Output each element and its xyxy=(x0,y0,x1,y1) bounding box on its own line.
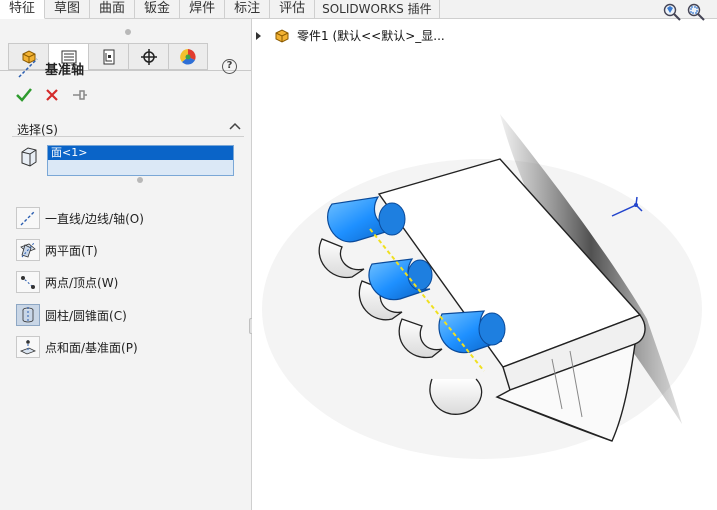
command-manager-tabs: 特征 草图 曲面 钣金 焊件 标注 评估 SOLIDWORKS 插件 xyxy=(0,0,717,19)
face-3-end xyxy=(478,312,506,346)
panel-grip[interactable] xyxy=(125,29,131,35)
feature-title: 基准轴 xyxy=(45,62,85,78)
feature-header: 基准轴 xyxy=(17,57,84,79)
option-label: 一直线/边线/轴(O) xyxy=(45,211,144,226)
pin-icon xyxy=(73,90,87,100)
option-line-edge-axis[interactable]: 一直线/边线/轴(O) xyxy=(16,207,144,229)
two-planes-icon xyxy=(20,242,36,258)
option-two-points[interactable]: 两点/顶点(W) xyxy=(16,271,118,293)
tab-weldments[interactable]: 焊件 xyxy=(180,0,226,19)
option-cylinder-cone[interactable]: 圆柱/圆锥面(C) xyxy=(16,304,127,326)
tab-features[interactable]: 特征 xyxy=(0,0,46,19)
cancel-button[interactable] xyxy=(43,86,61,104)
ok-button[interactable] xyxy=(15,86,33,104)
section-divider xyxy=(12,136,244,137)
line-edge-axis-icon xyxy=(20,210,36,226)
display-manager-tab[interactable] xyxy=(168,43,208,70)
close-icon xyxy=(46,89,58,101)
option-label: 两平面(T) xyxy=(45,243,98,258)
option-point-plane[interactable]: 点和面/基准面(P) xyxy=(16,336,138,358)
tab-surfaces[interactable]: 曲面 xyxy=(90,0,136,19)
tab-evaluate[interactable]: 评估 xyxy=(270,0,316,19)
pin-button[interactable] xyxy=(71,86,89,104)
configuration-manager-tab[interactable] xyxy=(88,43,128,70)
part-model-view[interactable] xyxy=(252,19,717,510)
option-label: 圆柱/圆锥面(C) xyxy=(45,308,127,323)
face-1-end xyxy=(378,202,406,236)
action-buttons xyxy=(15,86,89,104)
face-2-end xyxy=(407,259,433,291)
tab-sketch[interactable]: 草图 xyxy=(45,0,91,19)
chevron-up-icon[interactable] xyxy=(229,122,241,130)
list-resize-grip[interactable] xyxy=(137,177,143,183)
option-label: 点和面/基准面(P) xyxy=(45,340,138,355)
help-icon[interactable]: ? xyxy=(222,59,237,74)
option-label: 两点/顶点(W) xyxy=(45,275,119,290)
dimxpert-icon xyxy=(140,48,157,65)
tab-sheet-metal[interactable]: 钣金 xyxy=(135,0,181,19)
selection-list[interactable]: 面<1> xyxy=(47,145,234,176)
configuration-manager-icon xyxy=(103,49,114,64)
tab-markup[interactable]: 标注 xyxy=(225,0,271,19)
point-plane-icon xyxy=(20,340,36,355)
display-manager-icon xyxy=(180,48,196,64)
selected-face-item[interactable]: 面<1> xyxy=(48,146,233,160)
tab-addins[interactable]: SOLIDWORKS 插件 xyxy=(315,0,440,19)
option-two-planes[interactable]: 两平面(T) xyxy=(16,239,98,261)
two-points-icon xyxy=(21,276,35,289)
face-selection-icon xyxy=(21,147,37,167)
reference-axis-icon xyxy=(18,58,38,78)
dimxpert-manager-tab[interactable] xyxy=(128,43,168,70)
cylinder-cone-icon xyxy=(22,307,34,323)
checkmark-icon xyxy=(16,88,32,102)
